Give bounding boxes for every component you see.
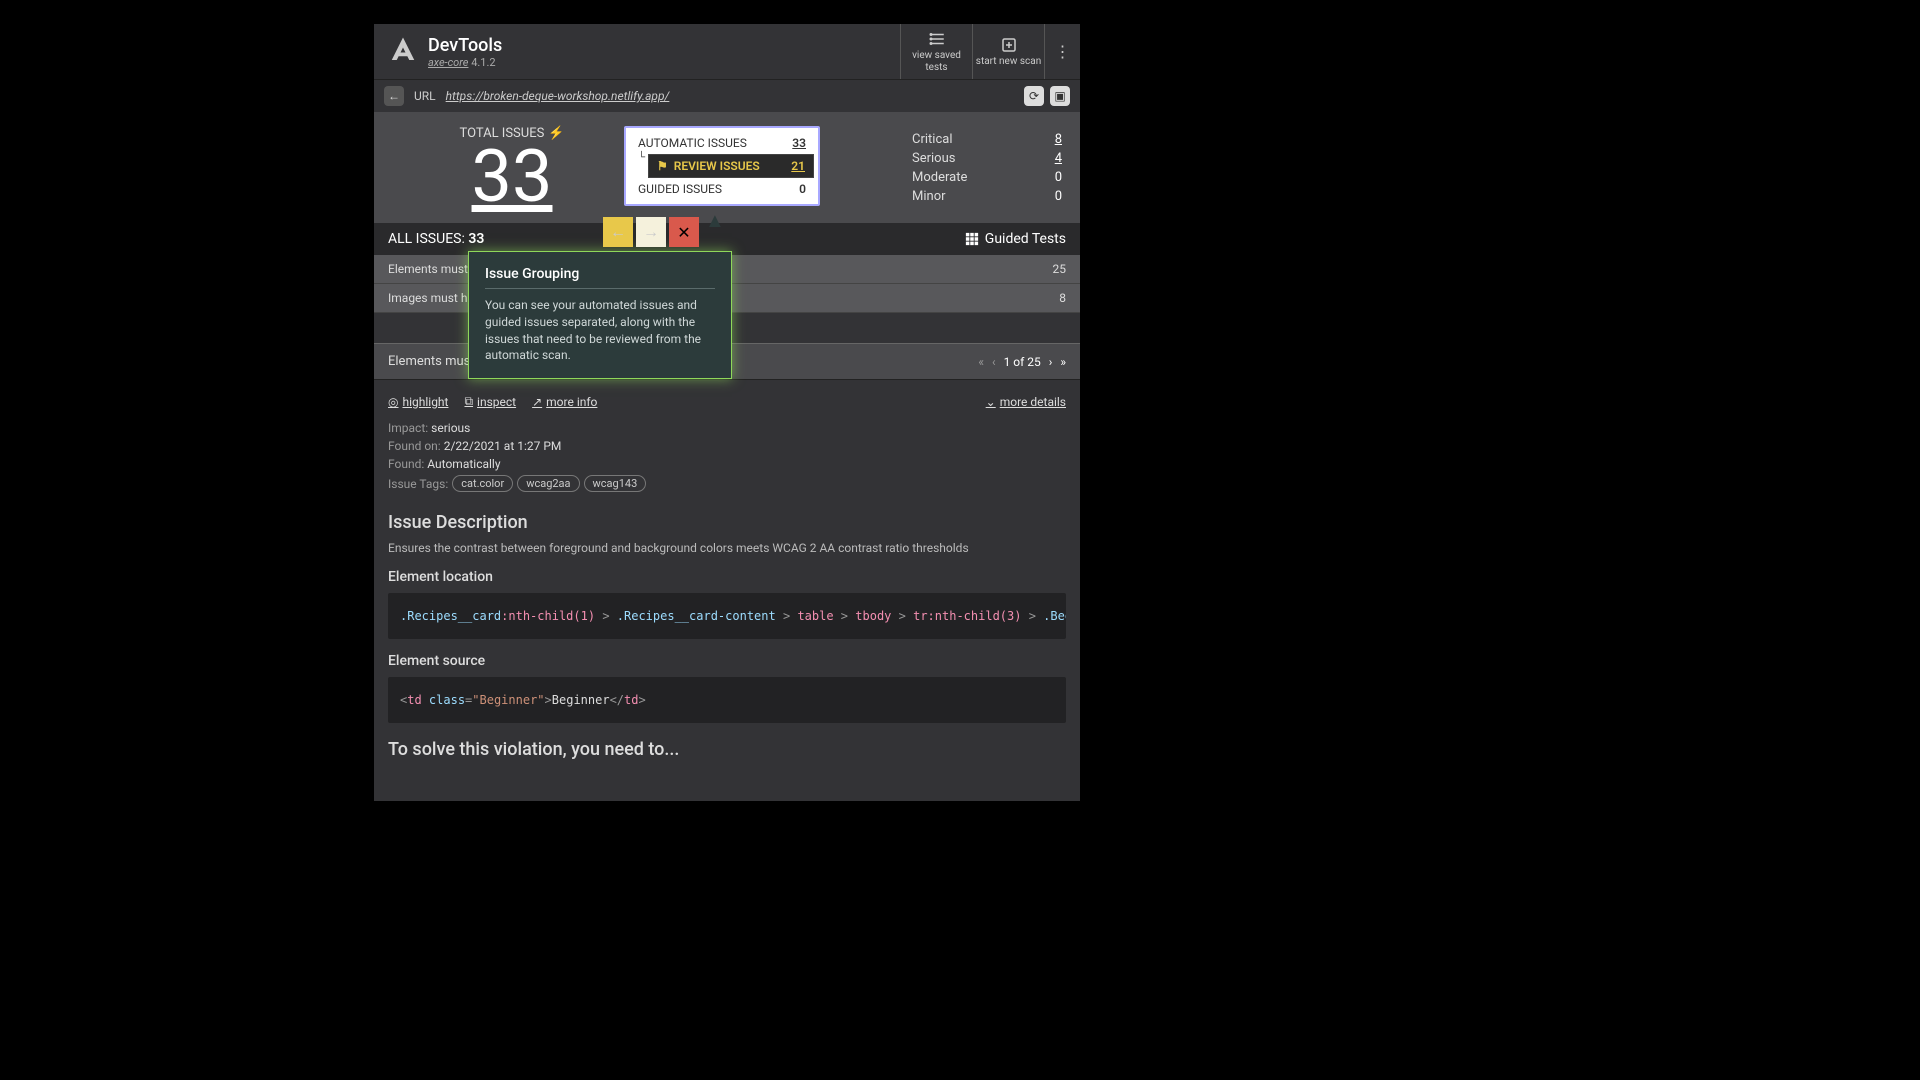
tour-close-button[interactable]: ✕ xyxy=(669,217,699,247)
url-bar: ← URL https://broken-deque-workshop.netl… xyxy=(374,80,1080,112)
solve-heading: To solve this violation, you need to... xyxy=(388,739,1066,760)
version-text: 4.1.2 xyxy=(471,56,495,69)
guided-tests-button[interactable]: Guided Tests xyxy=(965,231,1066,247)
highlight-link[interactable]: ◎highlight xyxy=(388,394,448,409)
flag-icon: ⚑ xyxy=(657,159,668,173)
start-new-scan-button[interactable]: start new scan xyxy=(972,24,1044,79)
target-icon: ◎ xyxy=(388,395,398,409)
external-icon: ↗ xyxy=(532,395,542,409)
meta-found: Found: Automatically xyxy=(388,457,1066,471)
tour-title: Issue Grouping xyxy=(485,266,715,289)
severity-serious[interactable]: Serious 4 xyxy=(912,149,1062,168)
url-label: URL xyxy=(414,89,436,103)
tour-prev-button[interactable]: ← xyxy=(603,217,633,247)
close-icon: ✕ xyxy=(677,223,690,242)
meta-impact: Impact: serious xyxy=(388,421,1066,435)
more-info-link[interactable]: ↗more info xyxy=(532,394,597,409)
inspect-link[interactable]: ⧉inspect xyxy=(464,394,516,409)
total-issues-block: TOTAL ISSUES ⚡ 33 xyxy=(392,126,632,213)
severity-list: Critical 8 Serious 4 Moderate 0 Minor 0 xyxy=(882,126,1062,213)
pager-last-icon[interactable]: » xyxy=(1060,355,1066,369)
tour-text: You can see your automated issues and gu… xyxy=(485,297,715,364)
app-title: DevTools xyxy=(428,35,502,56)
all-issues-count: 33 xyxy=(468,231,484,247)
element-location-heading: Element location xyxy=(388,569,1066,585)
tag[interactable]: wcag143 xyxy=(584,475,647,492)
tour-controls: ← → ✕ xyxy=(603,217,699,247)
axe-logo-icon xyxy=(388,35,418,69)
guided-issues-row[interactable]: GUIDED ISSUES 0 xyxy=(630,178,814,200)
summary-panel: TOTAL ISSUES ⚡ 33 AUTOMATIC ISSUES 33 └ … xyxy=(374,112,1080,223)
pager-prev-icon[interactable]: ‹ xyxy=(992,355,996,369)
issue-description-heading: Issue Description xyxy=(388,512,1066,533)
element-source-code: <td class="Beginner">Beginner</td> xyxy=(388,677,1066,723)
tree-line-icon: └ xyxy=(638,152,645,163)
arrow-right-icon: → xyxy=(643,222,659,242)
tag[interactable]: wcag2aa xyxy=(517,475,579,492)
severity-minor: Minor 0 xyxy=(912,187,1062,206)
refresh-icon: ⟳ xyxy=(1029,89,1039,103)
link-icon: ⧉ xyxy=(464,394,473,409)
app-header: DevTools axe-core 4.1.2 view saved tests… xyxy=(374,24,1080,80)
arrow-left-icon: ← xyxy=(388,89,400,103)
app-subtitle: axe-core 4.1.2 xyxy=(428,56,502,69)
tag[interactable]: cat.color xyxy=(452,475,513,492)
rescan-button[interactable]: ⟳ xyxy=(1024,86,1044,106)
arrow-left-icon: ← xyxy=(610,222,626,242)
element-location-code: .Recipes__card:nth-child(1) > .Recipes__… xyxy=(388,593,1066,639)
all-issues-label: ALL ISSUES: xyxy=(388,231,465,247)
pager-first-icon[interactable]: « xyxy=(978,355,984,369)
severity-moderate: Moderate 0 xyxy=(912,168,1062,187)
automatic-issues-row[interactable]: AUTOMATIC ISSUES 33 xyxy=(630,132,814,154)
detail-links: ◎highlight ⧉inspect ↗more info ⌄ more de… xyxy=(388,394,1066,409)
tour-pointer-icon: ▲ xyxy=(705,208,725,233)
url-link[interactable]: https://broken-deque-workshop.netlify.ap… xyxy=(446,89,670,103)
issue-tags: Issue Tags: cat.color wcag2aa wcag143 xyxy=(388,475,1066,492)
save-icon: ▣ xyxy=(1054,89,1065,103)
pager-next-icon[interactable]: › xyxy=(1049,355,1053,369)
total-issues-count[interactable]: 33 xyxy=(392,141,632,213)
severity-critical[interactable]: Critical 8 xyxy=(912,130,1062,149)
tour-popup: Issue Grouping You can see your automate… xyxy=(468,251,732,379)
export-button[interactable]: ▣ xyxy=(1050,86,1070,106)
review-issues-row[interactable]: ⚑ REVIEW ISSUES 21 xyxy=(648,154,814,178)
view-saved-tests-button[interactable]: view saved tests xyxy=(900,24,972,79)
detail-body: ◎highlight ⧉inspect ↗more info ⌄ more de… xyxy=(374,380,1080,800)
axe-core-link[interactable]: axe-core xyxy=(428,56,468,69)
back-button[interactable]: ← xyxy=(384,86,404,106)
pager-text: 1 of 25 xyxy=(1004,355,1041,369)
more-details-toggle[interactable]: ⌄ more details xyxy=(986,394,1066,409)
element-source-heading: Element source xyxy=(388,653,1066,669)
issue-description-text: Ensures the contrast between foreground … xyxy=(388,541,1066,555)
kebab-icon: ⋮ xyxy=(1055,42,1071,61)
more-menu-button[interactable]: ⋮ xyxy=(1044,24,1080,79)
brand-block: DevTools axe-core 4.1.2 xyxy=(374,24,900,79)
pager: « ‹ 1 of 25 › » xyxy=(978,355,1066,369)
tour-next-button[interactable]: → xyxy=(636,217,666,247)
meta-found-on: Found on: 2/22/2021 at 1:27 PM xyxy=(388,439,1066,453)
app-window: DevTools axe-core 4.1.2 view saved tests… xyxy=(374,24,1080,801)
issue-groups-box: AUTOMATIC ISSUES 33 └ ⚑ REVIEW ISSUES 21… xyxy=(624,126,820,206)
chevron-down-icon: ⌄ xyxy=(986,395,996,409)
